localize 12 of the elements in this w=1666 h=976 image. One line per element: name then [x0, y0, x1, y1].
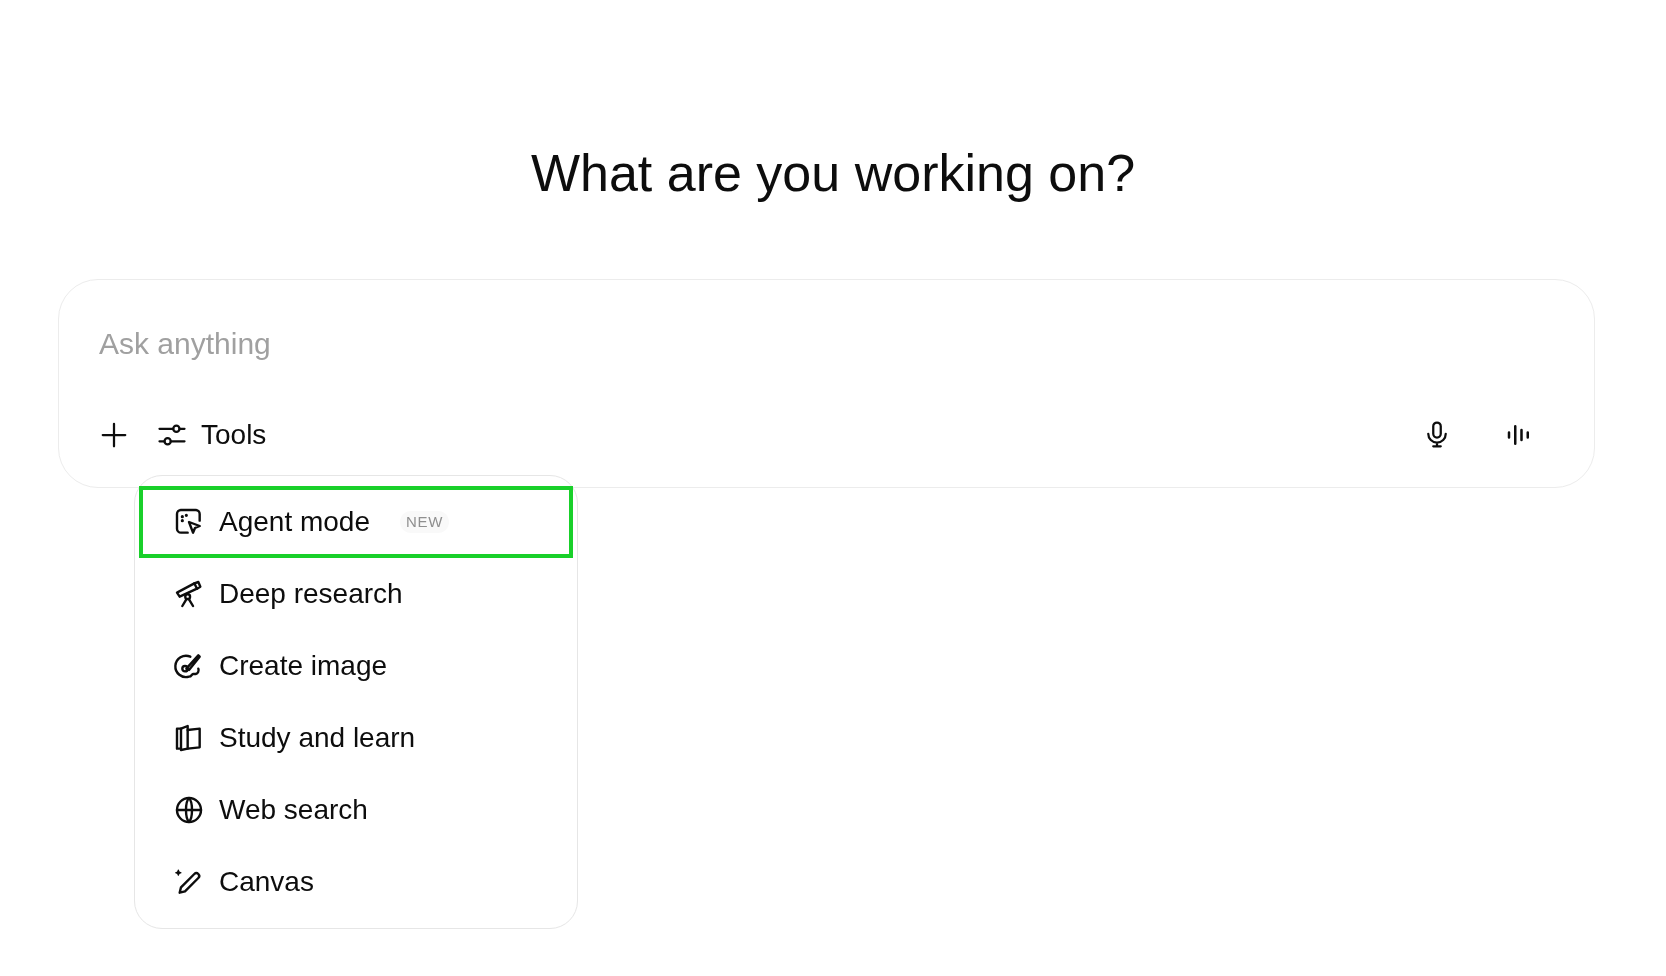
menu-item[interactable]: Create image [139, 630, 573, 702]
message-input[interactable]: Ask anything [99, 324, 699, 364]
menu-item[interactable]: Deep research [139, 558, 573, 630]
globe-icon [173, 794, 205, 826]
new-badge: NEW [400, 510, 450, 534]
tools-button[interactable]: Tools [157, 414, 267, 456]
menu-item[interactable]: Web search [139, 774, 573, 846]
menu-item[interactable]: Study and learn [139, 702, 573, 774]
page-heading: What are you working on? [529, 143, 1137, 204]
menu-item[interactable]: Canvas [139, 846, 573, 918]
menu-item[interactable]: Agent mode NEW [139, 486, 573, 558]
plus-icon[interactable] [99, 420, 129, 450]
